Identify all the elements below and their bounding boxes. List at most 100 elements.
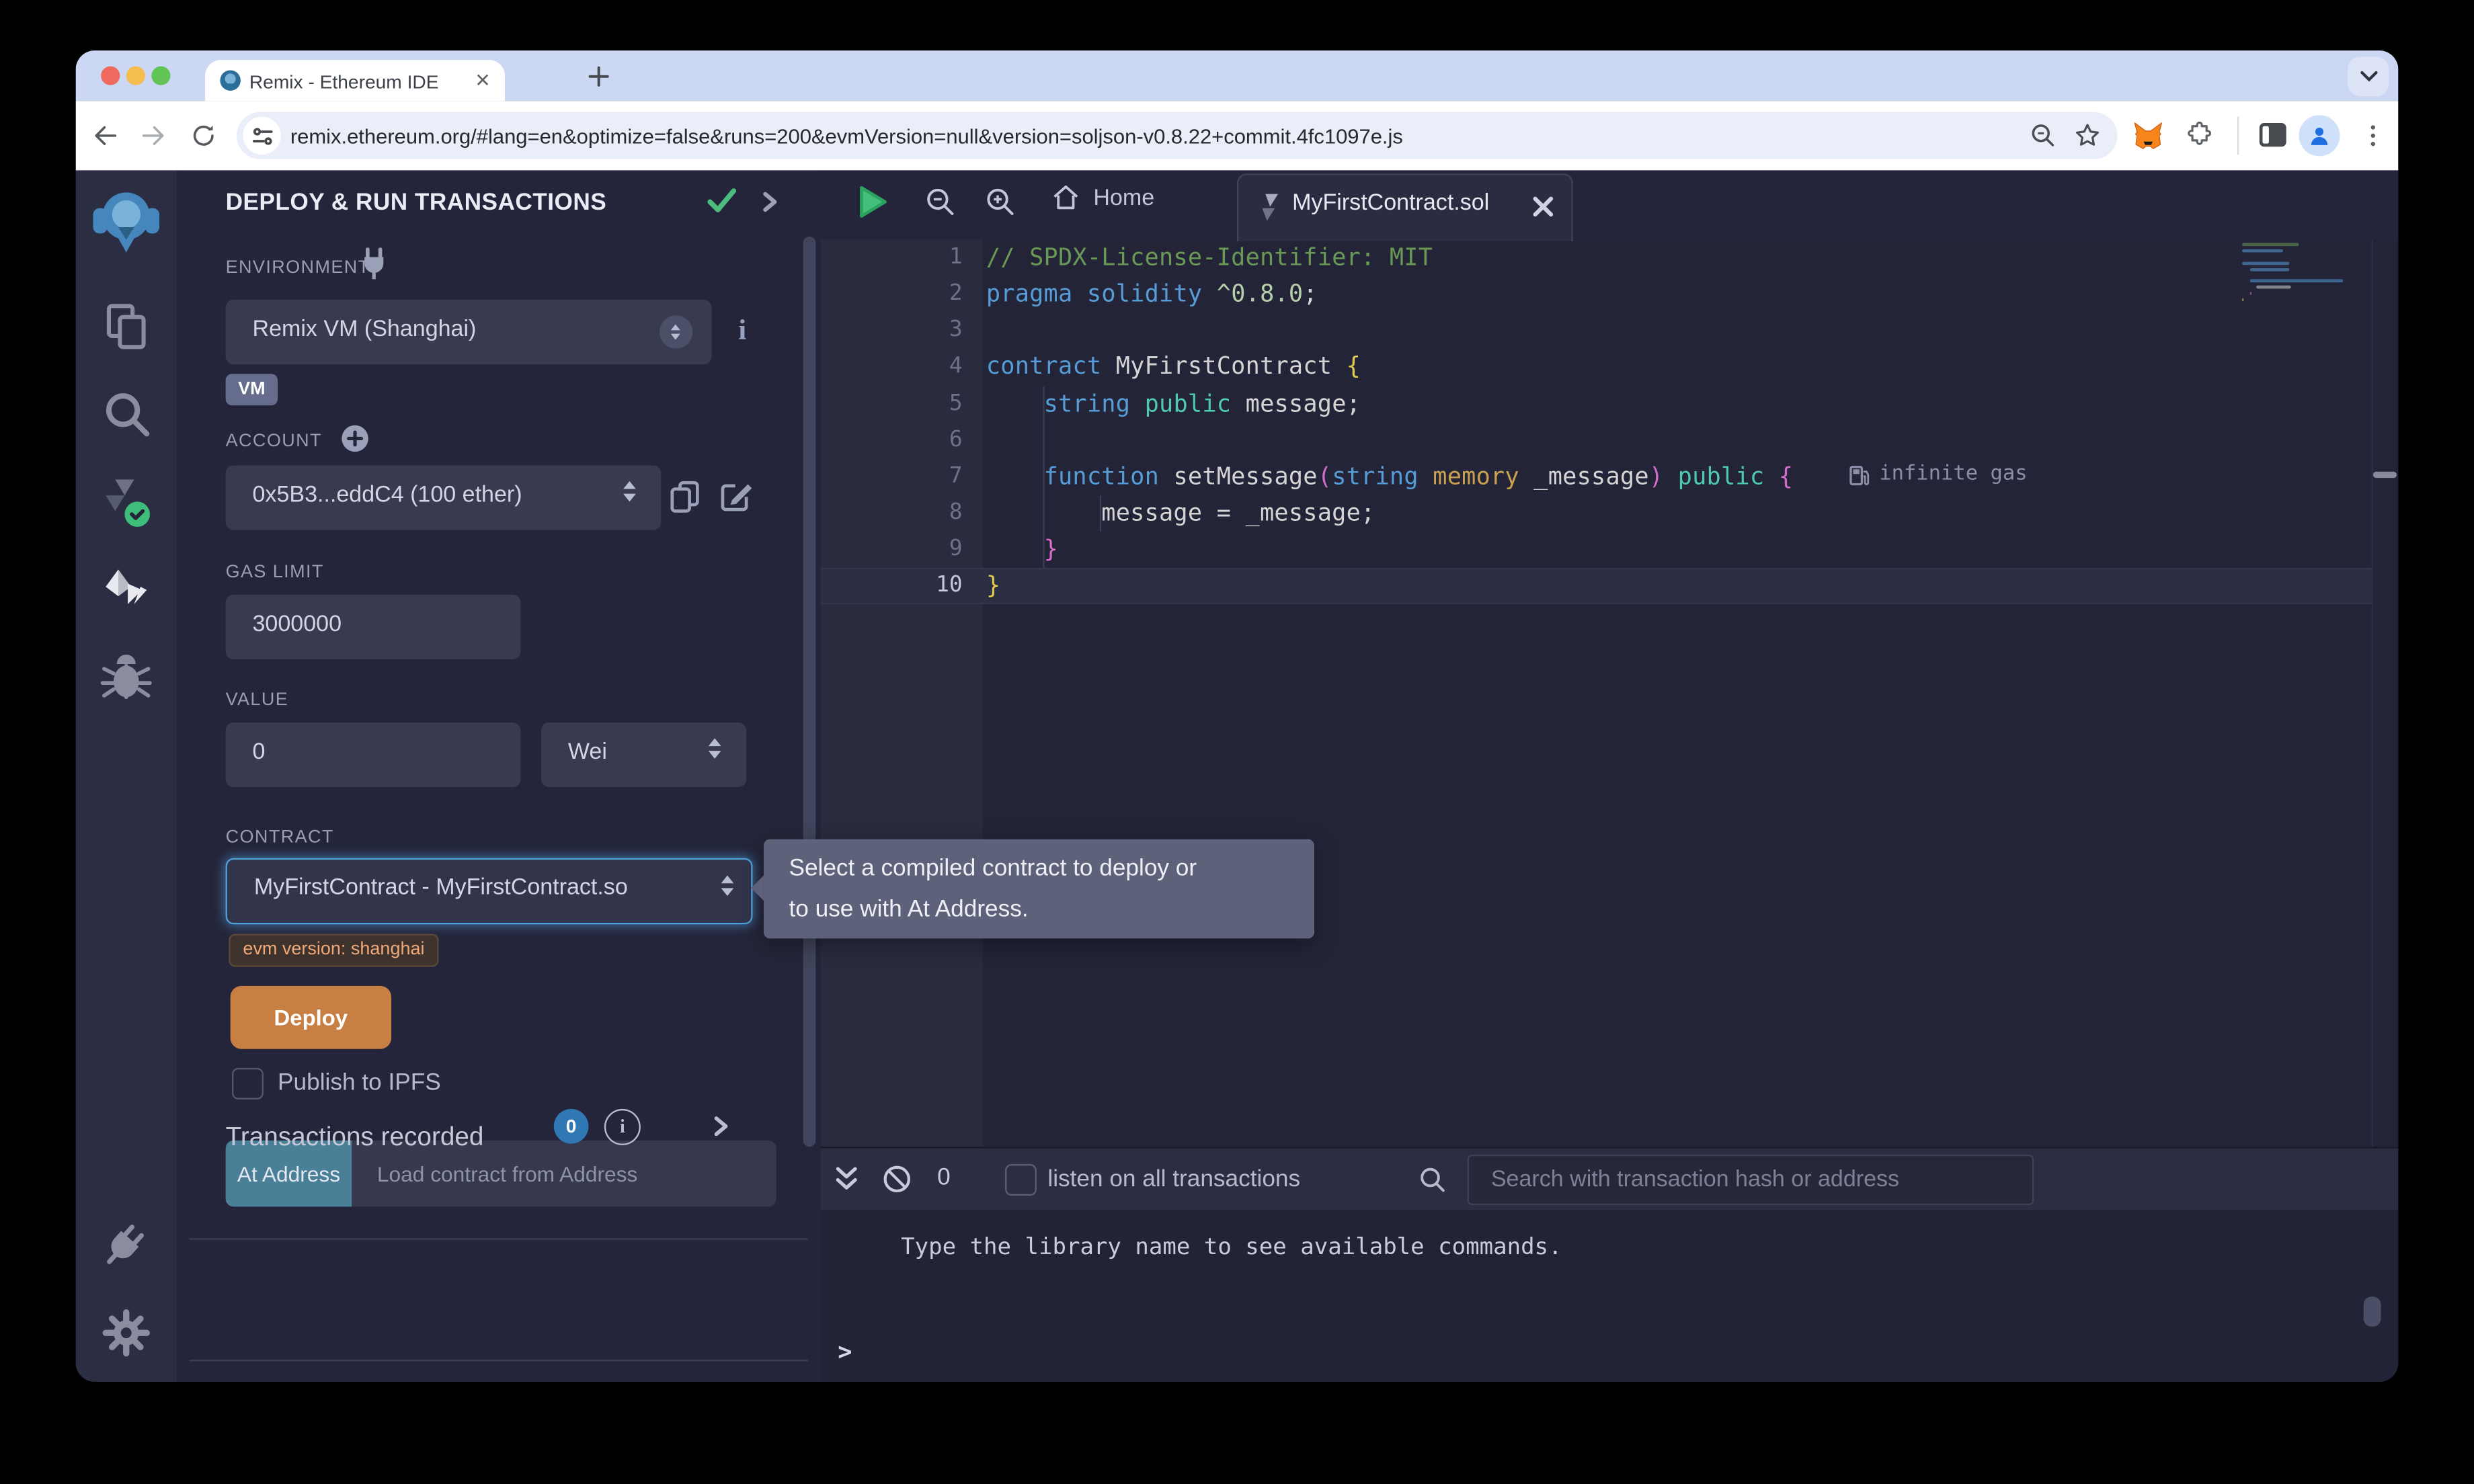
code-line: function setMessage(string memory _messa… [986,458,1793,495]
environment-cycle-icon[interactable] [660,315,692,348]
minimize-window-button[interactable] [126,67,145,85]
code-content[interactable]: // SPDX-License-Identifier: MITpragma so… [986,240,1793,605]
clear-console-icon[interactable] [882,1164,912,1194]
evm-version-badge: evm version: shanghai [229,934,438,966]
editor-minimap[interactable] [2242,243,2371,304]
deploy-run-panel: DEPLOY & RUN TRANSACTIONS ENVIRONMENT Re… [177,170,822,1381]
code-line: } [986,532,1793,568]
tab-home[interactable]: Home [1051,183,1154,213]
code-line: pragma solidity ^0.8.0; [986,276,1793,313]
value-label: VALUE [226,691,289,710]
account-label: ACCOUNT [226,432,322,451]
debugger-bug-icon[interactable] [99,651,153,705]
listen-transactions-checkbox[interactable] [1005,1164,1037,1196]
gas-limit-input[interactable]: 3000000 [226,595,521,659]
value-unit-select[interactable]: Wei [541,723,746,787]
environment-select[interactable]: Remix VM (Shanghai) [226,300,712,364]
tooltip-line1: Select a compiled contract to deploy or [789,849,1314,890]
zoom-out-icon[interactable] [924,186,956,218]
panel-scrollbar[interactable] [803,237,816,1147]
transactions-expand-chevron-icon[interactable] [713,1115,731,1137]
back-icon[interactable] [91,122,120,150]
add-account-icon[interactable] [341,424,369,452]
url-bar[interactable]: remix.ethereum.org/#lang=en&optimize=fal… [237,112,2118,159]
plugin-manager-plug-icon[interactable] [99,1216,153,1270]
compiled-check-icon [707,188,737,214]
zoom-in-icon[interactable] [984,186,1016,218]
tab-close-icon[interactable]: ✕ [475,69,491,91]
solidity-compiler-icon[interactable] [99,475,153,528]
panel-divider-bottom [190,1360,808,1361]
gas-limit-label: GAS LIMIT [226,563,324,582]
metamask-icon[interactable] [2133,122,2163,150]
search-icon[interactable] [99,388,153,442]
tab-title: Remix - Ethereum IDE [249,71,439,93]
reload-icon[interactable] [190,122,218,150]
panel-divider-top [190,1238,808,1239]
profile-avatar[interactable] [2299,115,2340,156]
forward-icon[interactable] [139,122,167,150]
terminal-output[interactable]: Type the library name to see available c… [820,1210,2398,1382]
terminal-message: Type the library name to see available c… [901,1235,1562,1261]
listen-transactions-label: listen on all transactions [1047,1165,1300,1192]
minimap-border [2371,240,2372,1147]
transactions-count-badge: 0 [554,1109,589,1144]
contract-tooltip: Select a compiled contract to deploy or … [764,839,1314,939]
contract-select[interactable]: MyFirstContract - MyFirstContract.so [226,858,753,925]
account-select[interactable]: 0x5B3...eddC4 (100 ether) [226,465,662,530]
code-line: // SPDX-License-Identifier: MIT [986,240,1793,276]
environment-info-icon[interactable]: i [738,314,746,347]
browser-toolbar: remix.ethereum.org/#lang=en&optimize=fal… [76,101,2399,170]
expand-terminal-chevrons-icon[interactable] [835,1165,859,1194]
editor-scrollbar-handle[interactable] [2373,472,2397,478]
deploy-button[interactable]: Deploy [231,986,391,1049]
side-panel-icon[interactable] [2260,123,2286,147]
home-icon [1051,183,1081,213]
panel-collapse-chevron-icon[interactable] [762,191,780,213]
browser-tab[interactable]: Remix - Ethereum IDE ✕ [205,60,505,101]
tab-file[interactable]: MyFirstContract.sol [1237,173,1573,241]
environment-label: ENVIRONMENT [226,259,370,278]
publish-ipfs-label: Publish to IPFS [278,1069,441,1096]
value-input[interactable]: 0 [226,723,521,787]
terminal-count: 0 [937,1164,951,1191]
code-line: message = _message; [986,495,1793,532]
terminal-search-input[interactable] [1469,1156,2077,1203]
deploy-run-icon[interactable] [99,563,153,617]
editor-tab-bar: Home MyFirstContract.sol [820,170,2398,239]
gas-pump-icon [1849,463,1870,485]
site-settings-icon[interactable] [243,117,280,155]
file-explorer-icon[interactable] [99,300,153,354]
solidity-file-icon [1259,192,1281,222]
gas-estimate-annotation: infinite gas [1849,462,2028,486]
tab-close-icon[interactable] [1532,196,1554,218]
tooltip-line2: to use with At Address. [789,890,1314,931]
terminal-toolbar: 0 listen on all transactions [820,1147,2398,1210]
edit-account-icon[interactable] [719,479,752,512]
extensions-puzzle-icon[interactable] [2186,122,2214,150]
remix-logo[interactable] [90,186,163,255]
panel-title: DEPLOY & RUN TRANSACTIONS [226,190,607,216]
zoom-page-icon[interactable] [2029,122,2057,150]
tab-home-label: Home [1093,186,1154,211]
code-line: contract MyFirstContract { [986,349,1793,386]
publish-ipfs-checkbox[interactable] [232,1068,264,1100]
settings-gear-icon[interactable] [99,1306,153,1360]
terminal-search-icon [1419,1165,1447,1194]
bookmark-star-icon[interactable] [2073,122,2102,150]
tab-file-label: MyFirstContract.sol [1292,191,1489,216]
new-tab-button[interactable] [588,67,609,87]
code-line [986,313,1793,349]
close-window-button[interactable] [101,67,120,85]
terminal-scrollbar[interactable] [2364,1296,2381,1327]
run-script-play-icon[interactable] [859,185,889,220]
tab-search-button[interactable] [2348,56,2389,96]
maximize-window-button[interactable] [151,67,170,85]
code-line: } [986,568,1793,604]
environment-plug-icon[interactable] [360,247,388,279]
line-numbers: 12345678910 [820,240,962,605]
browser-menu-kebab-icon[interactable] [2359,122,2387,150]
remix-app: DEPLOY & RUN TRANSACTIONS ENVIRONMENT Re… [76,170,2399,1381]
transactions-info-icon[interactable]: i [604,1109,641,1145]
copy-account-icon[interactable] [669,479,701,514]
